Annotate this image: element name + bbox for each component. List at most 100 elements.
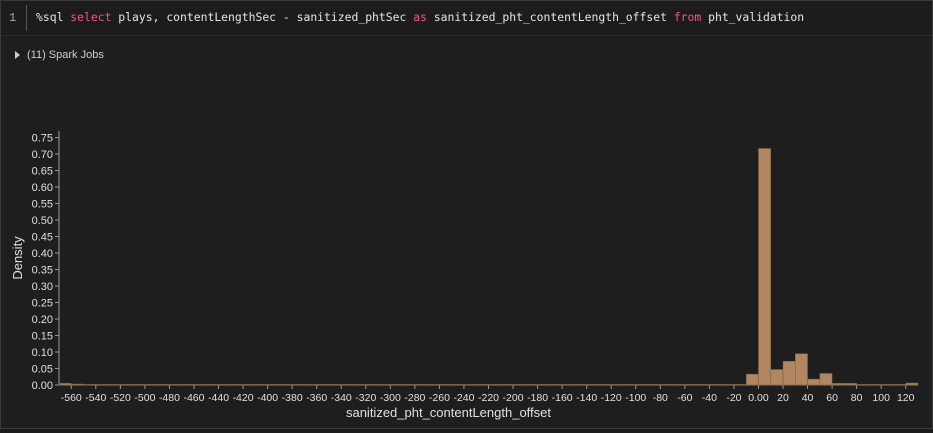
y-tick-label: 0.75	[32, 133, 53, 145]
histogram-bar	[831, 383, 845, 386]
x-tick-label: -60	[677, 392, 692, 404]
y-tick-label: 0.70	[32, 149, 53, 161]
histogram-bar	[819, 373, 833, 386]
histogram-bar	[218, 384, 232, 386]
spark-jobs-toggle[interactable]: (11) Spark Jobs	[15, 49, 104, 61]
x-tick-label: 100	[872, 392, 890, 404]
x-tick-label: -300	[380, 392, 401, 404]
y-tick-label: 0.25	[32, 298, 53, 310]
x-tick-label: 120	[897, 392, 915, 404]
histogram-bar	[83, 384, 97, 386]
y-tick-label: 0.30	[32, 281, 53, 293]
x-tick-label: -400	[257, 392, 278, 404]
histogram-bar	[107, 384, 121, 386]
histogram-bar	[525, 384, 538, 386]
histogram-bar	[868, 384, 882, 386]
histogram-bar	[402, 384, 416, 386]
x-tick-label: -380	[282, 392, 303, 404]
histogram-bar	[660, 384, 673, 386]
y-tick-label: 0.35	[32, 265, 53, 277]
histogram-bar	[463, 384, 477, 386]
expand-triangle-icon	[15, 51, 20, 59]
histogram-chart: 0.00 0.05 0.10 0.15 0.20 0.25 0.30 0.35 0.40 0.45…	[1, 121, 932, 428]
gutter-divider	[26, 5, 27, 31]
histogram-bar	[390, 384, 403, 386]
histogram-bar	[696, 384, 710, 386]
histogram-bar	[414, 384, 428, 386]
histogram-bar	[156, 384, 170, 386]
histogram-bar	[709, 384, 722, 386]
histogram-bar	[304, 384, 317, 386]
y-tick-label: 0.60	[32, 182, 53, 194]
sql-keyword: select	[70, 10, 112, 24]
histogram-bar	[893, 384, 906, 386]
histogram-bar	[488, 384, 502, 386]
histogram-bar	[475, 384, 489, 386]
x-tick-label: -420	[233, 392, 254, 404]
histogram-bar	[782, 360, 796, 386]
histogram-bar	[255, 384, 268, 386]
histogram-bar	[71, 383, 84, 386]
histogram-bar	[610, 384, 624, 386]
histogram-bar	[426, 384, 440, 386]
histogram-bar	[58, 383, 72, 386]
x-tick-label: -240	[453, 392, 474, 404]
x-tick-label: -460	[183, 392, 204, 404]
histogram-bar	[758, 148, 771, 386]
histogram-bar	[684, 384, 698, 386]
histogram-bar	[95, 384, 109, 386]
y-tick-label: 0.45	[32, 232, 53, 244]
x-tick-label: -280	[404, 392, 425, 404]
y-tick-label: 0.65	[32, 166, 53, 178]
histogram-bar	[844, 383, 857, 386]
x-tick-label: -260	[429, 392, 450, 404]
x-tick-label: -140	[576, 392, 597, 404]
y-tick-label: 0.40	[32, 248, 53, 260]
x-tick-label: -440	[208, 392, 229, 404]
histogram-bar	[880, 384, 894, 386]
histogram-bar	[169, 384, 182, 386]
histogram-bar	[120, 384, 133, 386]
histogram-bar	[230, 384, 244, 386]
histogram-bar	[340, 384, 354, 386]
y-tick-label: 0.20	[32, 314, 53, 326]
histogram-bar	[721, 384, 735, 386]
x-tick-label: -100	[625, 392, 646, 404]
histogram-bar	[512, 384, 526, 386]
histogram-bar	[451, 384, 465, 386]
notebook-cell: 1 %sql select plays, contentLengthSec - …	[0, 0, 933, 429]
histogram-bar	[500, 384, 514, 386]
code-editor[interactable]: 1 %sql select plays, contentLengthSec - …	[1, 1, 932, 36]
histogram-bar	[242, 384, 256, 386]
x-tick-label: -540	[85, 392, 106, 404]
histogram-bar	[647, 384, 661, 386]
y-tick-label: 0.55	[32, 199, 53, 211]
histogram-bar	[672, 384, 686, 386]
histogram-bar	[316, 384, 330, 386]
histogram-bar	[623, 384, 637, 386]
sql-text: sanitized_pht_contentLength_offset	[426, 10, 674, 24]
histogram-bar	[206, 384, 219, 386]
histogram-bar	[328, 384, 342, 386]
x-tick-label: -520	[110, 392, 131, 404]
histogram-bar	[365, 384, 379, 386]
histogram-bar	[279, 384, 293, 386]
x-tick-label: 40	[802, 392, 814, 404]
histogram-bar	[549, 384, 563, 386]
histogram-bar	[574, 384, 587, 386]
x-tick-label: -340	[331, 392, 352, 404]
y-tick-label: 0.05	[32, 364, 53, 376]
sql-code-line[interactable]: %sql select plays, contentLengthSec - sa…	[36, 10, 804, 24]
x-tick-label: -200	[503, 392, 524, 404]
spark-jobs-label: (11) Spark Jobs	[27, 49, 104, 61]
y-tick-label: 0.15	[32, 331, 53, 343]
sql-text: pht_validation	[701, 10, 805, 24]
histogram-bar	[856, 384, 870, 386]
histogram-bar	[377, 384, 391, 386]
histogram-bar	[267, 384, 281, 386]
x-tick-label: -80	[653, 392, 668, 404]
x-tick-label: -320	[355, 392, 376, 404]
histogram-bar	[635, 384, 649, 386]
x-tick-label: -120	[601, 392, 622, 404]
histogram-bar	[353, 384, 367, 386]
